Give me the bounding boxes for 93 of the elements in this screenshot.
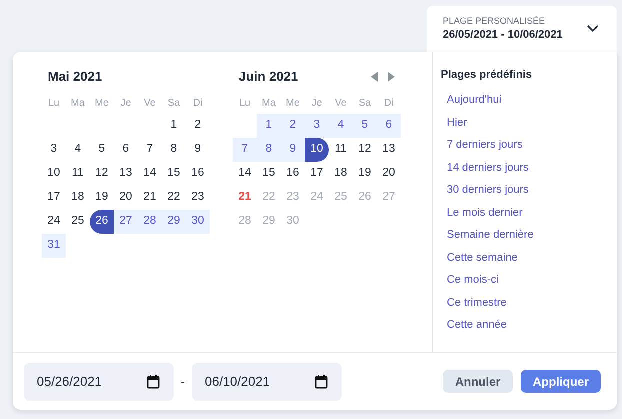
weekday-label: Di <box>383 96 395 110</box>
date-field[interactable]: 05/26/2021 <box>24 362 174 400</box>
month-title: Juin 2021 <box>239 68 298 86</box>
day-cell[interactable]: 11 <box>66 162 90 186</box>
day-cell[interactable]: 15 <box>257 162 281 186</box>
day-cell[interactable]: 27 <box>114 210 138 234</box>
preset-link[interactable]: Cette année <box>441 314 617 336</box>
weekday-label: Ve <box>334 96 348 110</box>
day-cell[interactable]: 13 <box>377 138 401 162</box>
dropdown-label: PLAGE PERSONALISÉE <box>443 15 546 27</box>
day-cell[interactable]: 21 <box>233 186 257 210</box>
weekday-label: Ma <box>261 96 277 110</box>
preset-link[interactable]: Aujourd'hui <box>441 89 617 112</box>
day-cell[interactable]: 20 <box>377 162 401 186</box>
day-cell[interactable]: 1 <box>162 114 186 138</box>
preset-link[interactable]: 7 derniers jours <box>441 134 617 156</box>
dropdown-value: 26/05/2021 - 10/06/2021 <box>443 28 563 43</box>
preset-link[interactable]: Ce trimestre <box>441 292 617 314</box>
next-icon[interactable] <box>387 72 395 82</box>
preset-link[interactable]: Semaine dernière <box>441 224 617 246</box>
cancel-button[interactable]: Annuler <box>443 370 513 393</box>
day-cell[interactable]: 17 <box>305 162 329 186</box>
range-separator: - <box>180 374 186 390</box>
weekday-label: Di <box>192 96 204 110</box>
day-cell[interactable]: 21 <box>138 186 162 210</box>
preset-link[interactable]: Le mois dernier <box>441 202 617 224</box>
weekday-label: Me <box>94 96 110 110</box>
day-cell[interactable]: 9 <box>281 138 305 162</box>
weekday-label: Ve <box>143 96 157 110</box>
preset-link[interactable]: 30 derniers jours <box>441 179 617 202</box>
day-cell[interactable]: 22 <box>162 186 186 210</box>
preset-link[interactable]: Hier <box>441 112 617 134</box>
day-cell[interactable]: 12 <box>90 162 114 186</box>
day-cell[interactable]: 28 <box>138 210 162 234</box>
day-cell[interactable]: 3 <box>305 114 329 138</box>
day-cell[interactable]: 10 <box>42 162 66 186</box>
preset-link[interactable]: Cette semaine <box>441 246 617 269</box>
day-cell[interactable]: 24 <box>42 210 66 234</box>
day-cell[interactable]: 1 <box>257 114 281 138</box>
day-cell[interactable]: 31 <box>42 234 66 258</box>
date-field[interactable]: 06/10/2021 <box>192 362 342 400</box>
day-cell[interactable]: 30 <box>186 210 210 234</box>
weekday-label: Sa <box>358 96 372 110</box>
day-cell[interactable]: 7 <box>233 138 257 162</box>
weekday-label: Ma <box>70 96 86 110</box>
weekday-label: Lu <box>238 96 252 110</box>
weekday-label: Sa <box>166 96 182 110</box>
day-cell[interactable]: 18 <box>329 162 353 186</box>
month-title: Mai 2021 <box>48 68 102 86</box>
day-cell[interactable]: 16 <box>186 162 210 186</box>
day-cell[interactable]: 7 <box>138 138 162 162</box>
weekday-label: Je <box>120 96 132 110</box>
day-cell[interactable]: 18 <box>66 186 90 210</box>
day-cell[interactable]: 13 <box>114 162 138 186</box>
day-cell[interactable]: 3 <box>42 138 66 162</box>
day-cell[interactable]: 4 <box>66 138 90 162</box>
day-cell[interactable]: 19 <box>353 162 377 186</box>
day-cell[interactable]: 26 <box>90 210 114 234</box>
day-cell[interactable]: 10 <box>305 138 329 162</box>
day-cell[interactable]: 9 <box>186 138 210 162</box>
day-cell[interactable]: 23 <box>186 186 210 210</box>
day-cell[interactable]: 14 <box>138 162 162 186</box>
day-cell[interactable]: 5 <box>353 114 377 138</box>
day-cell[interactable]: 14 <box>233 162 257 186</box>
day-cell[interactable]: 15 <box>162 162 186 186</box>
day-cell[interactable]: 20 <box>114 186 138 210</box>
day-cell[interactable]: 25 <box>66 210 90 234</box>
day-cell[interactable]: 16 <box>281 162 305 186</box>
day-cell[interactable]: 19 <box>90 186 114 210</box>
day-cell[interactable]: 17 <box>42 186 66 210</box>
chevron-down-icon <box>587 25 599 33</box>
preset-link[interactable]: 14 derniers jours <box>441 156 617 179</box>
weekday-label: Je <box>310 96 324 110</box>
day-cell[interactable]: 6 <box>114 138 138 162</box>
day-cell[interactable]: 4 <box>329 114 353 138</box>
day-cell[interactable]: 6 <box>377 114 401 138</box>
previous-icon[interactable] <box>371 72 379 82</box>
calendar-icon[interactable] <box>147 374 160 388</box>
weekday-label: Lu <box>47 96 61 110</box>
day-cell[interactable]: 29 <box>162 210 186 234</box>
preset-link[interactable]: Ce mois-ci <box>441 269 617 292</box>
date-range-dropdown[interactable]: PLAGE PERSONALISÉE 26/05/2021 - 10/06/2021 <box>427 6 617 52</box>
apply-button[interactable]: Appliquer <box>521 370 601 393</box>
presets-title: Plages prédéfinis <box>441 68 534 83</box>
day-cell[interactable]: 11 <box>329 138 353 162</box>
calendar-icon[interactable] <box>315 374 328 388</box>
day-cell[interactable]: 2 <box>186 114 210 138</box>
day-cell[interactable]: 2 <box>281 114 305 138</box>
day-cell[interactable]: 5 <box>90 138 114 162</box>
day-cell[interactable]: 8 <box>257 138 281 162</box>
weekday-label: Me <box>285 96 301 110</box>
day-cell[interactable]: 12 <box>353 138 377 162</box>
day-cell[interactable]: 8 <box>162 138 186 162</box>
